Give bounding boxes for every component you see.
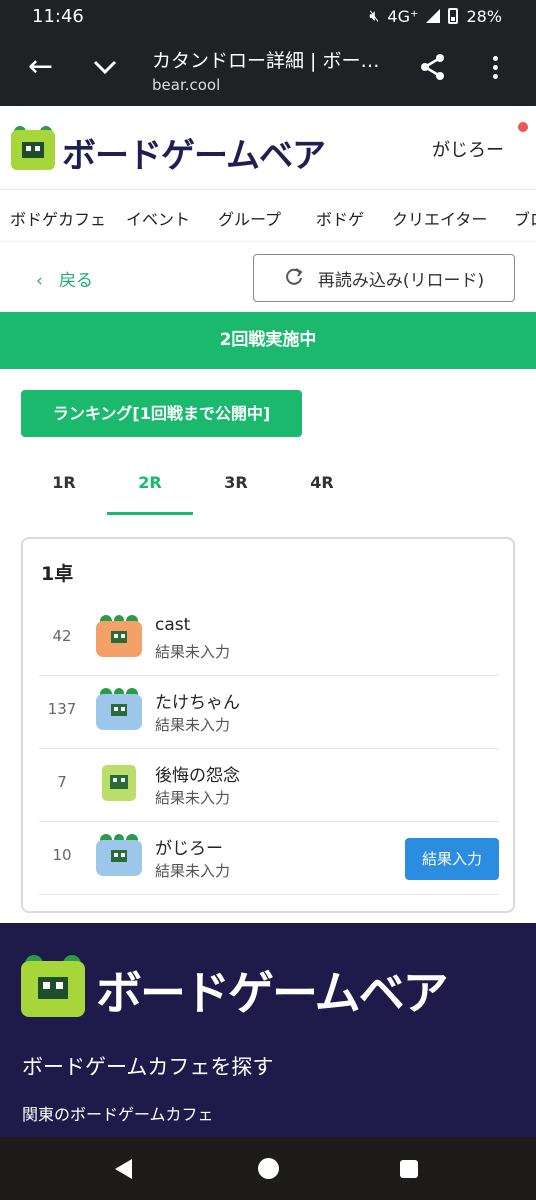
avatar bbox=[94, 615, 144, 659]
footer-link-kanto[interactable]: 関東のボードゲームカフェ bbox=[22, 1101, 214, 1125]
refresh-icon bbox=[284, 266, 304, 291]
result-input-button[interactable]: 結果入力 bbox=[405, 838, 499, 880]
footer-logo-text[interactable]: ボードゲームベア bbox=[96, 957, 449, 1023]
site-logo-text[interactable]: ボードゲームベア bbox=[62, 128, 326, 177]
tab-1r[interactable]: 1R bbox=[21, 455, 107, 515]
nav-item-event[interactable]: イベント bbox=[126, 206, 190, 230]
system-home-icon[interactable] bbox=[258, 1158, 279, 1179]
player-name: 後悔の怨念 bbox=[155, 766, 240, 786]
tab-3r[interactable]: 3R bbox=[193, 455, 279, 515]
player-row: 7 後悔の怨念 結果未入力 bbox=[39, 749, 499, 822]
avatar bbox=[94, 834, 144, 878]
back-arrow-icon[interactable]: ← bbox=[28, 52, 53, 82]
table-card: 1卓 42 cast 結果未入力 137 たけちゃん 結果未入力 7 後悔の怨念… bbox=[21, 537, 515, 913]
status-icons: 🔇︎ 4G⁺ 28% bbox=[369, 6, 502, 26]
notification-dot bbox=[518, 122, 528, 132]
round-status-banner: 2回戦実施中 bbox=[0, 312, 536, 369]
user-name[interactable]: がじろー bbox=[432, 136, 504, 162]
footer-heading: ボードゲームカフェを探す bbox=[22, 1055, 274, 1079]
player-number: 42 bbox=[52, 627, 72, 645]
more-menu-icon[interactable] bbox=[485, 56, 505, 82]
tab-2r[interactable]: 2R bbox=[107, 455, 193, 515]
nav-item-boardgame[interactable]: ボドゲ bbox=[316, 206, 364, 230]
share-icon[interactable] bbox=[418, 52, 448, 82]
mute-icon: 🔇︎ bbox=[369, 6, 380, 25]
signal-icon bbox=[426, 9, 441, 23]
system-recents-icon[interactable] bbox=[400, 1160, 418, 1178]
nav-item-creator[interactable]: クリエイター bbox=[392, 206, 487, 230]
avatar bbox=[94, 761, 144, 805]
chevron-down-icon[interactable] bbox=[90, 52, 120, 88]
tab-4r[interactable]: 4R bbox=[279, 455, 365, 515]
player-row: 10 がじろー 結果未入力 結果入力 bbox=[39, 822, 499, 895]
system-nav-bar bbox=[0, 1137, 536, 1200]
round-tabs: 1R 2R 3R 4R bbox=[21, 455, 365, 515]
browser-toolbar: ← カタンドロー詳細 | ボードゲームベア bear.cool bbox=[0, 34, 536, 106]
player-number: 137 bbox=[47, 700, 77, 718]
player-row: 42 cast 結果未入力 bbox=[39, 603, 499, 676]
network-label: 4G⁺ bbox=[387, 6, 419, 26]
back-label: 戻る bbox=[59, 271, 94, 291]
bear-logo-icon[interactable] bbox=[10, 126, 56, 176]
page-title[interactable]: カタンドロー詳細 | ボードゲームベア bbox=[152, 46, 392, 73]
reload-label: 再読み込み(リロード) bbox=[317, 270, 485, 291]
player-status: 結果未入力 bbox=[155, 716, 231, 734]
status-bar: 11:46 🔇︎ 4G⁺ 28% bbox=[0, 0, 536, 34]
site-footer: ボードゲームベア ボードゲームカフェを探す 関東のボードゲームカフェ bbox=[0, 923, 536, 1137]
nav-item-cafe[interactable]: ボドゲカフェ bbox=[10, 206, 106, 230]
player-status: 結果未入力 bbox=[155, 862, 231, 880]
reload-button[interactable]: 再読み込み(リロード) bbox=[253, 254, 515, 302]
back-link[interactable]: ‹ 戻る bbox=[36, 266, 93, 291]
battery-percent: 28% bbox=[466, 6, 502, 26]
site-nav: ボドゲカフェ イベント グループ ボドゲ クリエイター ブロ bbox=[0, 190, 536, 242]
site-header: ボードゲームベア がじろー bbox=[0, 106, 536, 190]
player-name: がじろー bbox=[155, 839, 223, 859]
table-title: 1卓 bbox=[41, 563, 74, 585]
player-name: cast bbox=[155, 615, 191, 635]
nav-item-group[interactable]: グループ bbox=[218, 206, 281, 230]
avatar bbox=[94, 688, 144, 732]
nav-item-blog[interactable]: ブロ bbox=[514, 206, 536, 230]
player-status: 結果未入力 bbox=[155, 789, 231, 807]
battery-icon bbox=[448, 8, 459, 24]
ranking-button[interactable]: ランキング[1回戦まで公開中] bbox=[21, 390, 302, 437]
page-url[interactable]: bear.cool bbox=[152, 76, 220, 94]
player-status: 結果未入力 bbox=[155, 643, 231, 661]
system-back-icon[interactable] bbox=[115, 1159, 132, 1179]
player-number: 7 bbox=[57, 773, 67, 791]
player-name: たけちゃん bbox=[155, 693, 240, 713]
status-time: 11:46 bbox=[32, 6, 84, 27]
player-number: 10 bbox=[52, 846, 72, 864]
player-row: 137 たけちゃん 結果未入力 bbox=[39, 676, 499, 749]
chevron-left-icon: ‹ bbox=[36, 271, 43, 291]
bear-logo-icon[interactable] bbox=[20, 955, 86, 1023]
